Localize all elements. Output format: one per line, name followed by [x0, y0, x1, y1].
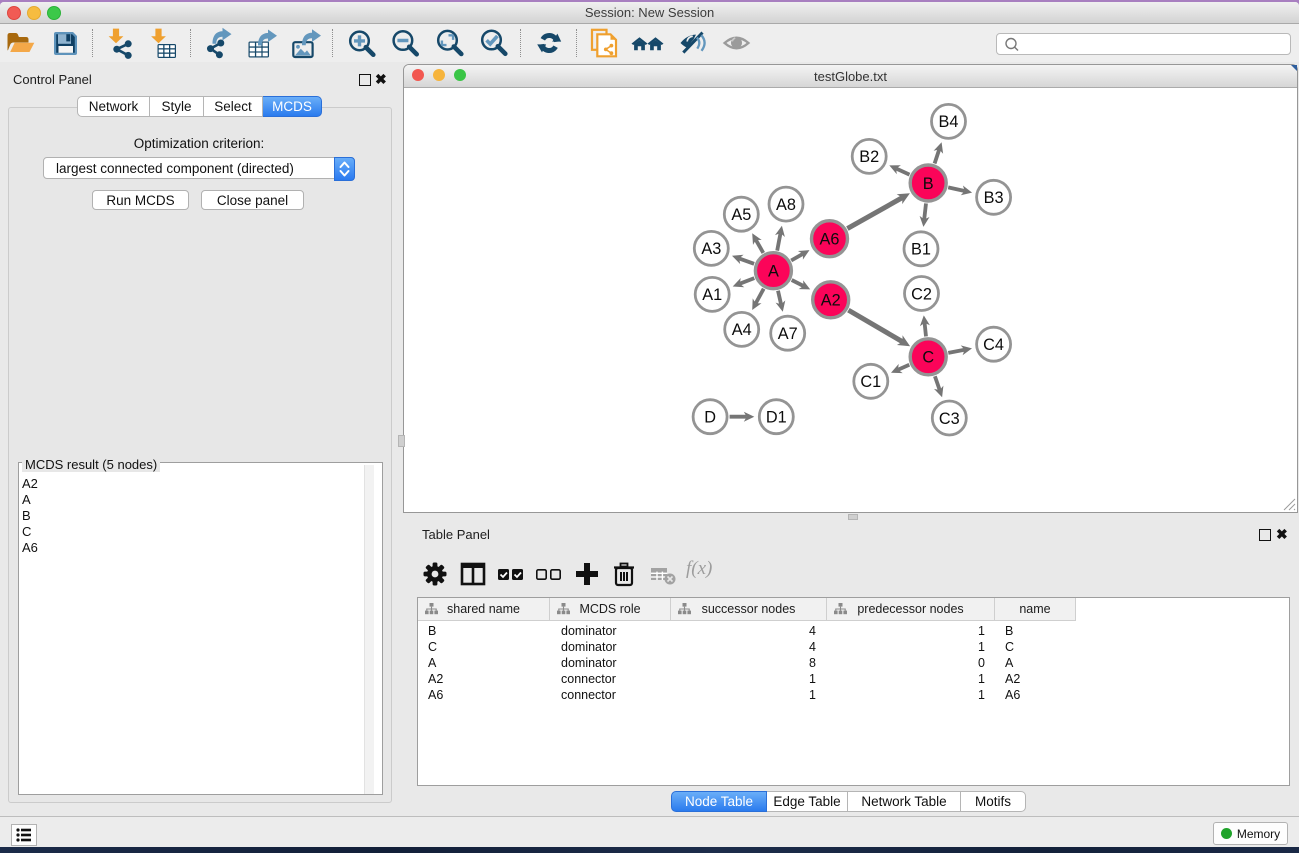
- svg-text:A6: A6: [820, 231, 840, 249]
- svg-text:C2: C2: [911, 285, 932, 303]
- svg-text:A3: A3: [701, 240, 721, 258]
- svg-text:C3: C3: [939, 410, 960, 428]
- svg-text:B2: B2: [859, 148, 879, 166]
- svg-text:C: C: [922, 349, 934, 367]
- svg-text:C1: C1: [860, 373, 881, 391]
- svg-text:D: D: [704, 409, 716, 427]
- svg-text:A: A: [768, 263, 779, 281]
- svg-text:A5: A5: [731, 206, 751, 224]
- svg-text:A2: A2: [821, 292, 841, 310]
- svg-text:A7: A7: [778, 325, 798, 343]
- svg-text:B1: B1: [911, 241, 931, 259]
- svg-text:B4: B4: [939, 113, 959, 131]
- svg-text:B: B: [923, 175, 934, 193]
- svg-text:A8: A8: [776, 196, 796, 214]
- svg-text:A4: A4: [732, 321, 752, 339]
- svg-text:C4: C4: [983, 336, 1004, 354]
- svg-text:D1: D1: [766, 409, 787, 427]
- svg-text:B3: B3: [984, 189, 1004, 207]
- svg-text:A1: A1: [702, 286, 722, 304]
